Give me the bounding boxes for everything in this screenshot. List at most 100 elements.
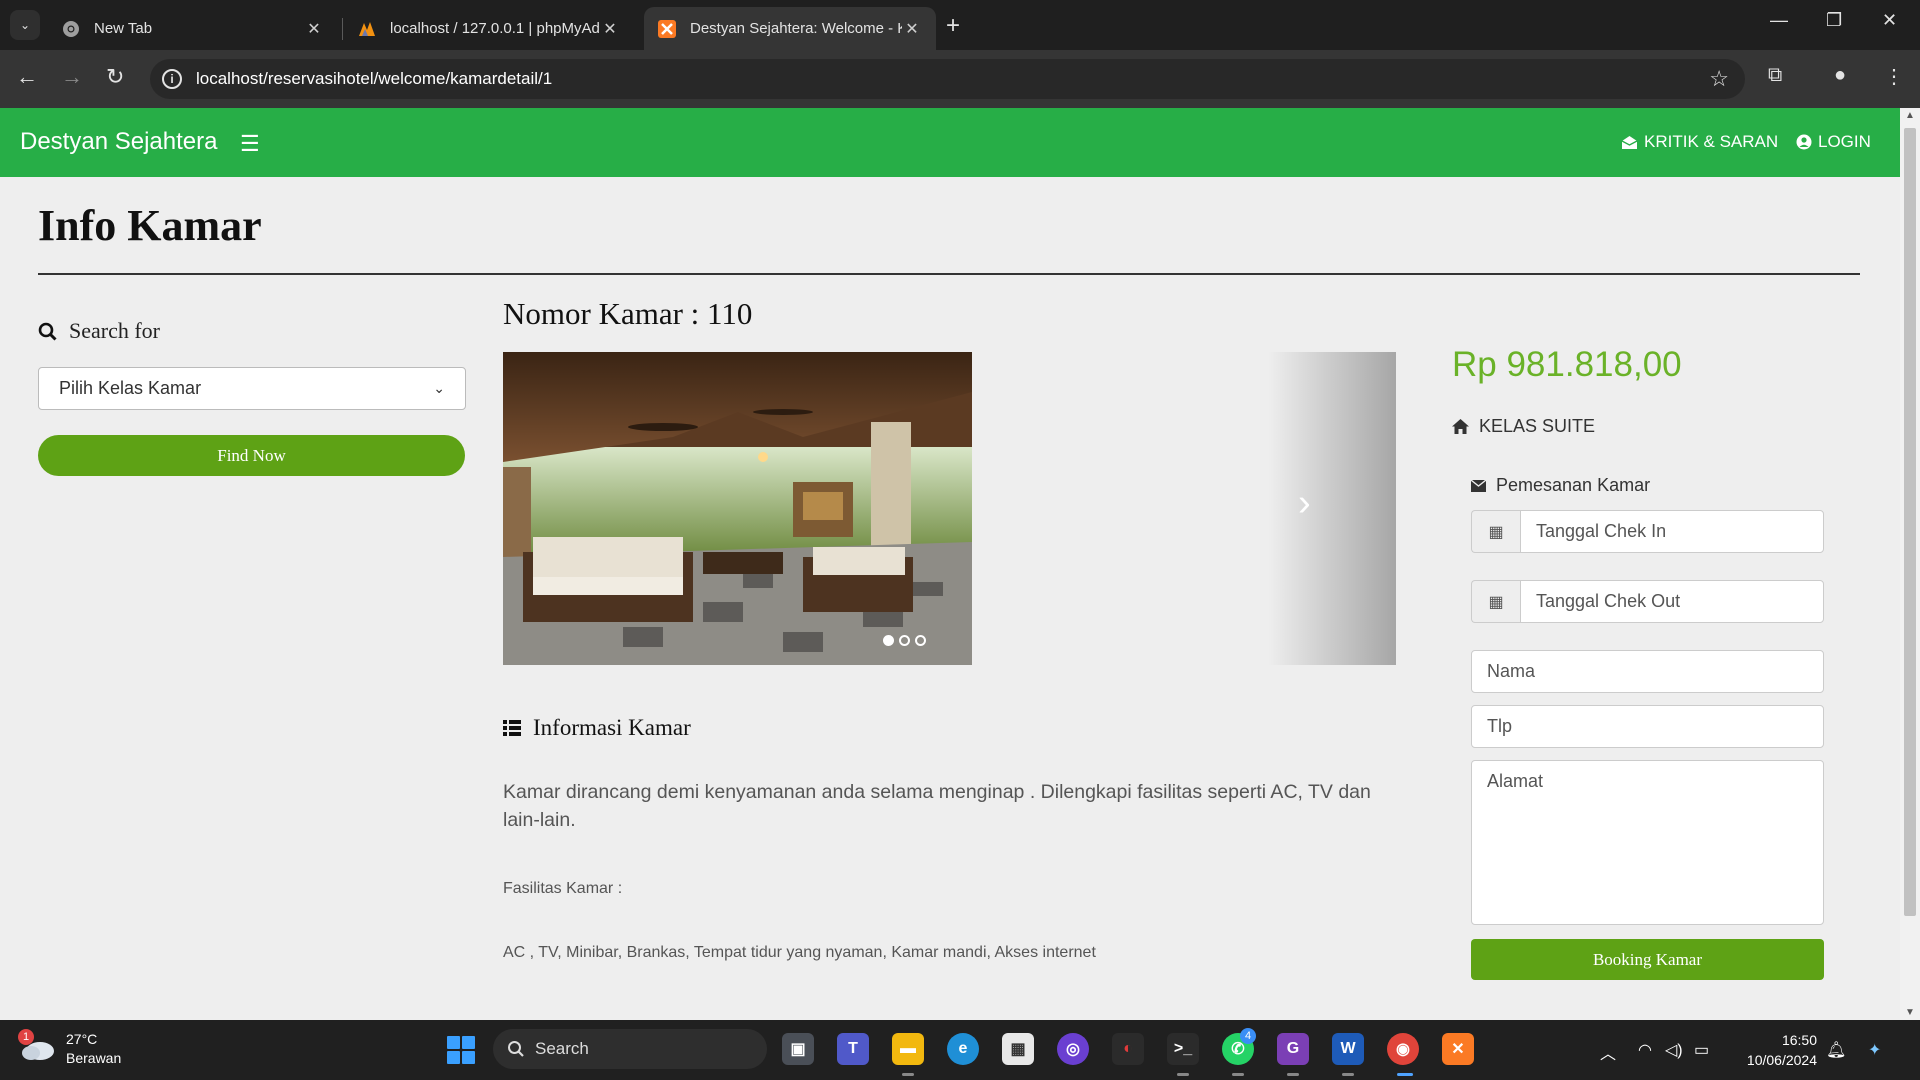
whatsapp-badge: 4	[1240, 1028, 1256, 1044]
tab-destyan-active[interactable]: Destyan Sejahtera: Welcome - K ✕	[644, 7, 936, 50]
search-heading-label: Search for	[69, 318, 161, 343]
search-icon	[508, 1041, 524, 1057]
address-bar[interactable]: i localhost/reservasihotel/welcome/kamar…	[150, 59, 1745, 99]
close-tab-icon[interactable]: ✕	[902, 19, 922, 39]
menu-icon[interactable]: ⋮	[1884, 64, 1904, 89]
word-icon[interactable]: W	[1332, 1033, 1364, 1065]
nav-login[interactable]: LOGIN	[1796, 132, 1871, 152]
carousel-indicator[interactable]	[915, 635, 926, 646]
forward-icon[interactable]: →	[61, 64, 83, 90]
room-photo	[503, 352, 972, 665]
weather-desc: Berawan	[66, 1050, 122, 1066]
room-description: Kamar dirancang demi kenyamanan anda sel…	[503, 781, 1371, 831]
close-tab-icon[interactable]: ✕	[304, 19, 324, 39]
site-brand[interactable]: Destyan Sejahtera	[20, 128, 217, 156]
store-icon[interactable]: ▦	[1002, 1033, 1034, 1065]
tab-new-tab[interactable]: New Tab ✕	[48, 7, 338, 50]
calendar-icon: ▦	[1471, 580, 1520, 623]
room-class: KELAS SUITE	[1452, 416, 1595, 437]
close-tab-icon[interactable]: ✕	[600, 19, 620, 39]
name-input[interactable]	[1471, 650, 1824, 693]
profile-icon[interactable]: ●	[1834, 64, 1846, 87]
room-price: Rp 981.818,00	[1452, 345, 1682, 384]
page-title: Info Kamar	[38, 201, 262, 250]
room-number-heading: Nomor Kamar : 110	[503, 296, 753, 331]
chevron-up-icon[interactable]: ︿	[1600, 1040, 1616, 1064]
carousel-indicator[interactable]	[883, 635, 894, 646]
battery-icon[interactable]: ▭	[1694, 1040, 1709, 1060]
room-photo-illustration	[503, 352, 972, 665]
address-textarea[interactable]	[1471, 760, 1824, 925]
volume-icon[interactable]: ◁)	[1665, 1040, 1683, 1060]
list-icon	[503, 720, 521, 736]
notification-bell-icon[interactable]: 🔔︎	[1826, 1040, 1846, 1060]
app-icon[interactable]: ◎	[1057, 1033, 1089, 1065]
running-indicator	[1177, 1073, 1189, 1076]
system-clock[interactable]: 16:50 10/06/2024	[1737, 1030, 1817, 1070]
scroll-up-icon[interactable]: ▲	[1905, 110, 1915, 121]
phpmyadmin-icon	[359, 21, 375, 36]
find-now-button[interactable]: Find Now	[38, 435, 465, 476]
teams-icon[interactable]: T	[837, 1033, 869, 1065]
bookmark-star-icon[interactable]: ☆	[1709, 66, 1729, 92]
windows-start-icon[interactable]	[447, 1036, 475, 1064]
chevron-right-icon[interactable]: ›	[1298, 482, 1311, 525]
xampp-icon[interactable]: ✕	[1442, 1033, 1474, 1065]
close-window-icon[interactable]: ✕	[1882, 10, 1897, 31]
facilities-label: Fasilitas Kamar :	[503, 880, 623, 897]
scroll-down-icon[interactable]: ▼	[1905, 1007, 1915, 1018]
taskbar-search-label: Search	[535, 1039, 589, 1058]
scrollbar-thumb[interactable]	[1904, 128, 1916, 916]
chrome-icon	[63, 20, 79, 37]
hamburger-menu-icon[interactable]: ☰	[240, 131, 260, 157]
carousel-indicator[interactable]	[899, 635, 910, 646]
site-info-icon[interactable]: i	[162, 69, 182, 89]
running-indicator	[1342, 1073, 1354, 1076]
chrome-icon[interactable]: ◉	[1387, 1033, 1419, 1065]
extensions-icon[interactable]: ⧉	[1768, 64, 1782, 87]
room-class-select[interactable]: Pilih Kelas Kamar ⌄	[38, 367, 466, 410]
calendar-icon: ▦	[1471, 510, 1520, 553]
clock-time: 16:50	[1781, 1032, 1817, 1048]
checkin-field-group: ▦	[1471, 510, 1824, 553]
terminal-icon[interactable]: >_	[1167, 1033, 1199, 1065]
minimize-icon[interactable]: —	[1770, 10, 1788, 31]
phone-input[interactable]	[1471, 705, 1824, 748]
taskbar-search[interactable]: Search	[493, 1029, 767, 1069]
page-scrollbar[interactable]: ▲ ▼	[1900, 108, 1920, 1020]
checkout-input[interactable]	[1520, 580, 1824, 623]
weather-temp: 27°C	[66, 1031, 98, 1047]
checkin-input[interactable]	[1520, 510, 1824, 553]
copilot-icon[interactable]: ✦	[1868, 1040, 1881, 1060]
carousel-next-control[interactable]	[1268, 352, 1396, 665]
tab-phpmyadmin[interactable]: localhost / 127.0.0.1 | phpMyAd ✕	[344, 7, 634, 50]
nav-kritik-saran[interactable]: KRITIK & SARAN	[1621, 132, 1778, 152]
tab-search-dropdown[interactable]: ⌄	[10, 10, 40, 40]
weather-badge: 1	[18, 1029, 34, 1045]
url-text[interactable]: localhost/reservasihotel/welcome/kamarde…	[196, 69, 552, 89]
running-indicator	[1232, 1073, 1244, 1076]
nav-kritik-label: KRITIK & SARAN	[1644, 132, 1779, 151]
running-indicator	[902, 1073, 914, 1076]
browser-tab-bar: ⌄ New Tab ✕ localhost / 127.0.0.1 | phpM…	[0, 0, 1920, 50]
restore-icon[interactable]: ❐	[1826, 10, 1842, 31]
edge-icon[interactable]: e	[947, 1033, 979, 1065]
new-tab-button[interactable]: +	[946, 12, 960, 40]
file-explorer-icon[interactable]: ▬	[892, 1033, 924, 1065]
back-icon[interactable]: ←	[16, 64, 38, 90]
task-view-icon[interactable]: ▣	[782, 1033, 814, 1065]
room-info-heading: Informasi Kamar	[503, 715, 691, 741]
web-page: Destyan Sejahtera ☰ KRITIK & SARAN LOGIN…	[0, 108, 1900, 1020]
tab-title: New Tab	[94, 20, 153, 37]
app-icon[interactable]: ◐	[1112, 1033, 1144, 1065]
booking-heading-label: Pemesanan Kamar	[1496, 475, 1651, 495]
booking-button[interactable]: Booking Kamar	[1471, 939, 1824, 980]
xampp-icon	[658, 19, 676, 38]
reload-icon[interactable]: ↻	[106, 64, 124, 90]
pdf-app-icon[interactable]: G	[1277, 1033, 1309, 1065]
booking-heading: Pemesanan Kamar	[1471, 475, 1650, 496]
envelope-icon	[1471, 479, 1486, 492]
wifi-icon[interactable]: ◠	[1638, 1040, 1652, 1060]
home-icon	[1452, 419, 1469, 434]
weather-widget[interactable]: 1 27°C Berawan	[18, 1029, 122, 1068]
